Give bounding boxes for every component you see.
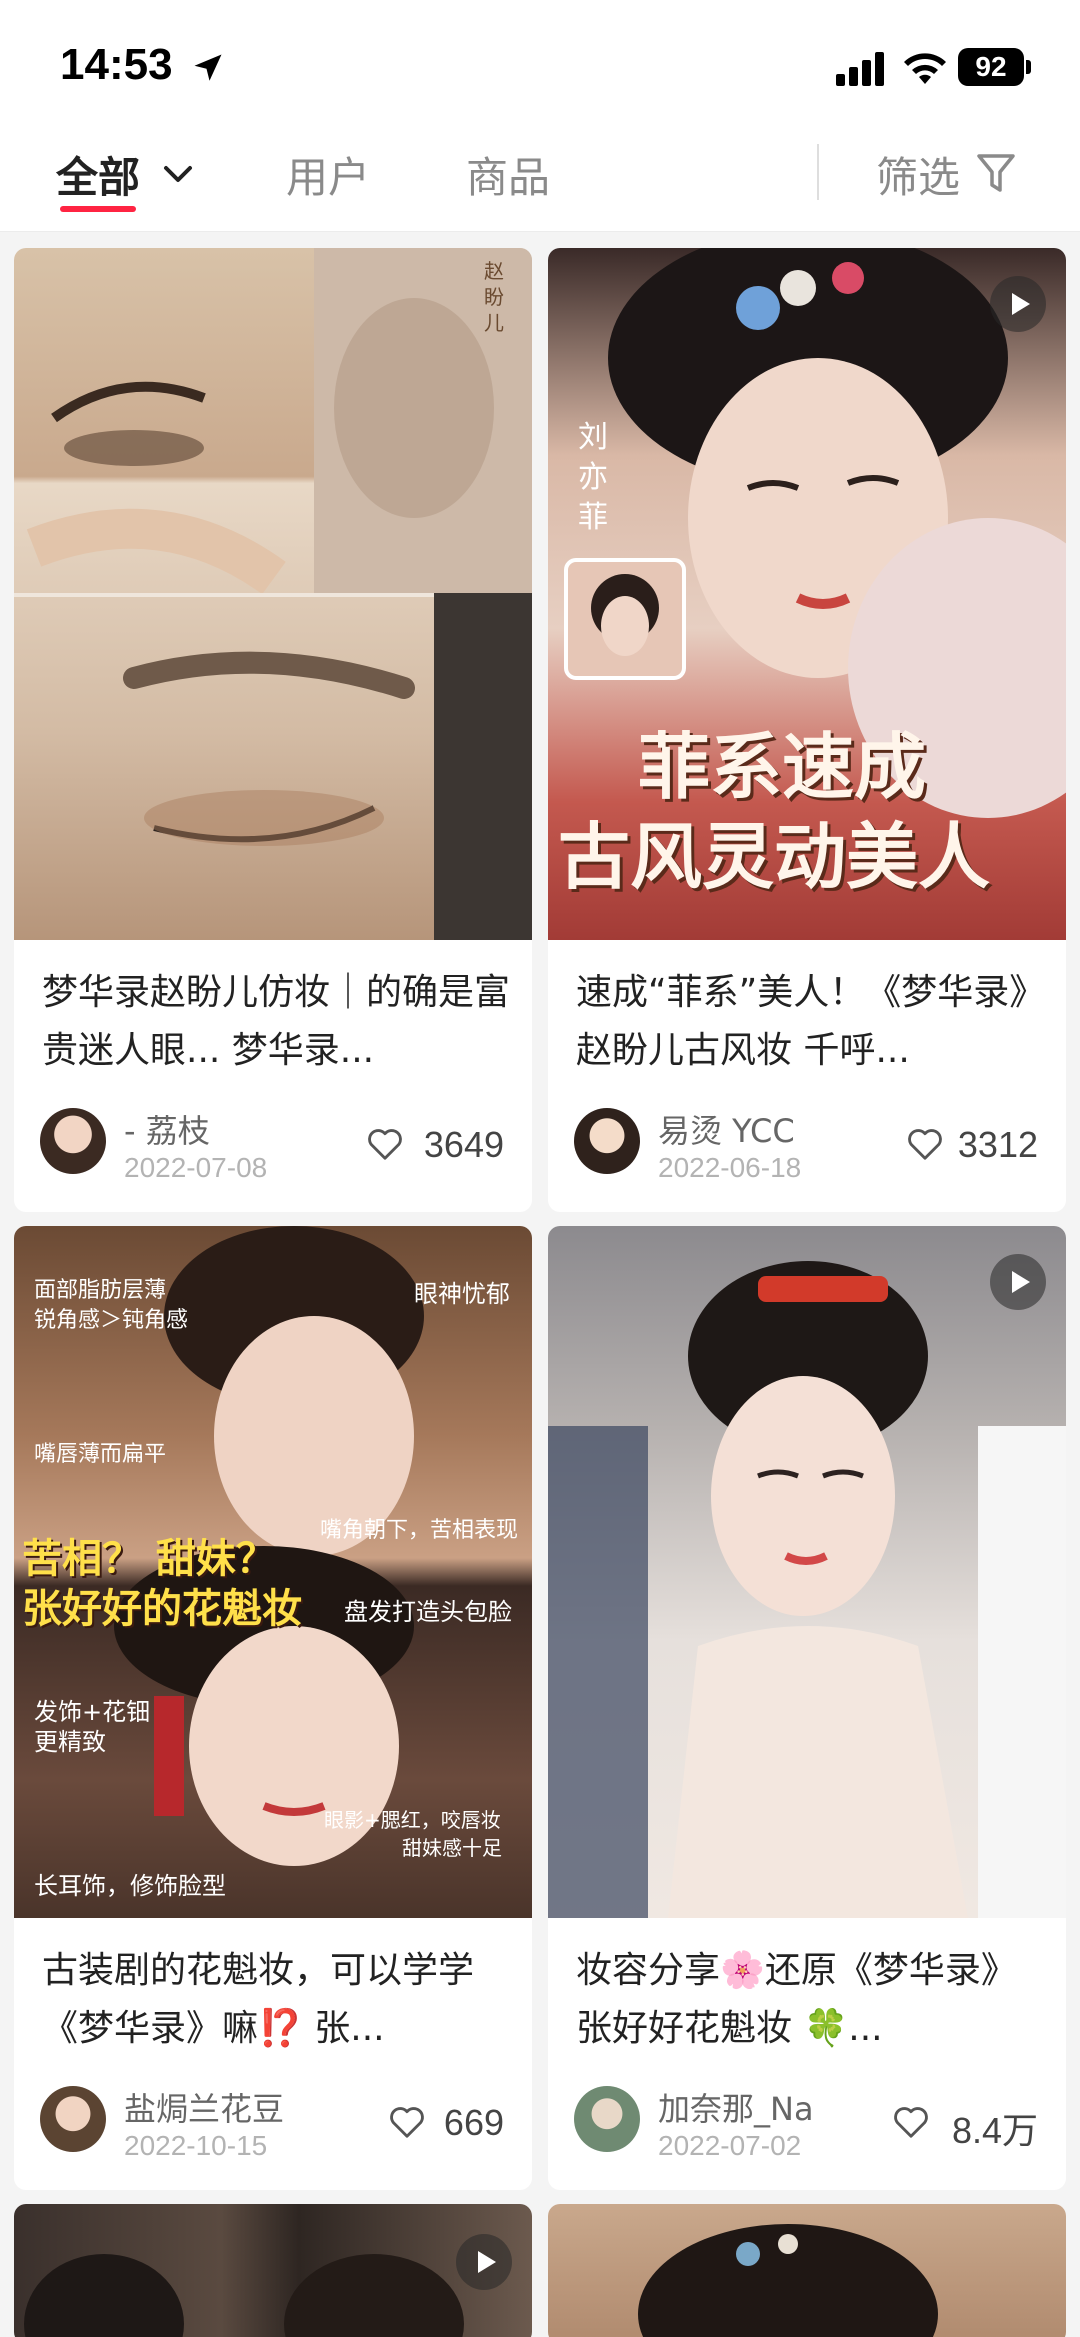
status-bar: 14:53 92 — [0, 0, 1080, 130]
like-count: 3649 — [423, 1124, 504, 1165]
status-time: 14:53 — [60, 40, 173, 89]
post-date: 2022-10-15 — [124, 2130, 268, 2161]
costume-photo — [548, 1261, 1066, 1918]
annotation: 锐角感＞钝角感 — [34, 1308, 189, 1333]
heart-icon[interactable] — [906, 1126, 944, 1162]
note-card[interactable]: 妆容分享🌸还原《梦华录》张好好花魁妆 🍀... 加奈那_Na 2022-07-0… — [548, 1226, 1066, 2190]
like-count: 3312 — [957, 1124, 1038, 1165]
wifi-icon — [904, 53, 946, 84]
filter-button[interactable]: 筛选 — [876, 144, 960, 205]
note-cover-image[interactable]: 刘亦菲 菲系速成 古风灵动美人 — [548, 248, 1066, 940]
eye-makeup-photo — [14, 248, 532, 940]
note-title[interactable]: 速成“菲系”美人！《梦华录》赵盼儿古风妆 千呼... — [576, 964, 1046, 1080]
note-title[interactable]: 古装剧的花魁妆，可以学学《梦华录》嘛⁉️ 张... — [42, 1942, 512, 2058]
video-play-badge — [990, 276, 1046, 332]
heart-icon[interactable] — [892, 2104, 930, 2140]
avatar[interactable] — [40, 2086, 106, 2152]
video-play-badge — [456, 2234, 512, 2290]
post-date: 2022-06-18 — [658, 1152, 802, 1183]
annotation: 盘发打造头包脸 — [344, 1598, 512, 1626]
cellular-signal-icon — [836, 52, 884, 86]
image-headline: 张好好的花魁妆 — [22, 1585, 302, 1632]
note-cover-image[interactable]: 赵盼儿 — [14, 248, 532, 940]
note-card[interactable]: 刘亦菲 菲系速成 古风灵动美人 速成“菲系”美人！《梦华录》赵盼儿古风妆 千呼.… — [548, 248, 1066, 1212]
post-date: 2022-07-02 — [658, 2130, 802, 2161]
battery-indicator: 92 — [958, 48, 1024, 86]
post-date: 2022-07-08 — [124, 1152, 268, 1183]
note-cover-image[interactable] — [548, 1226, 1066, 1918]
filter-funnel-icon[interactable] — [976, 152, 1016, 196]
image-caption: 赵盼儿 — [484, 259, 504, 335]
annotation: 面部脂肪层薄 — [34, 1278, 167, 1303]
note-card[interactable] — [14, 2204, 532, 2337]
tab-users[interactable]: 用户 — [286, 144, 370, 205]
location-arrow-icon — [194, 54, 222, 81]
like-count: 8.4万 — [951, 2110, 1038, 2151]
note-card[interactable]: 面部脂肪层薄 锐角感＞钝角感 眼神忧郁 嘴唇薄而扁平 嘴角朝下，苦相表现 苦相？… — [14, 1226, 532, 2190]
active-tab-underline — [60, 206, 136, 212]
note-cover-image[interactable]: 面部脂肪层薄 锐角感＞钝角感 眼神忧郁 嘴唇薄而扁平 嘴角朝下，苦相表现 苦相？… — [14, 1226, 532, 1918]
heart-icon[interactable] — [388, 2104, 426, 2140]
annotation: 眼神忧郁 — [414, 1280, 510, 1308]
image-subheadline: 古风灵动美人 — [558, 814, 991, 899]
annotation: 更精致 — [34, 1728, 106, 1756]
author-name[interactable]: 加奈那_Na — [658, 2084, 814, 2130]
note-title[interactable]: 妆容分享🌸还原《梦华录》张好好花魁妆 🍀... — [576, 1942, 1046, 2058]
author-name[interactable]: 盐焗兰花豆 — [124, 2084, 284, 2130]
partial-photo — [638, 2224, 938, 2337]
tab-goods[interactable]: 商品 — [466, 144, 550, 205]
annotation: 长耳饰，修饰脸型 — [34, 1872, 226, 1900]
note-title[interactable]: 梦华录赵盼儿仿妆｜的确是富贵迷人眼... 梦华录... — [42, 964, 512, 1080]
note-cover-image[interactable] — [548, 2204, 1066, 2337]
avatar[interactable] — [574, 2086, 640, 2152]
tab-divider — [817, 144, 819, 200]
partial-photo — [24, 2254, 464, 2337]
author-name[interactable]: 易烫 YCC — [658, 1106, 795, 1152]
video-play-badge — [990, 1254, 1046, 1310]
avatar[interactable] — [574, 1108, 640, 1174]
annotation: 嘴角朝下，苦相表现 — [320, 1518, 519, 1543]
image-caption: 刘亦菲 — [578, 420, 608, 535]
note-cover-image[interactable] — [14, 2204, 532, 2337]
annotation: 甜妹感十足 — [402, 1836, 502, 1860]
annotation: 眼影+腮红，咬唇妆 — [324, 1808, 501, 1832]
heart-icon[interactable] — [366, 1126, 404, 1162]
battery-tip — [1026, 60, 1031, 74]
author-name[interactable]: - 荔枝 — [124, 1106, 210, 1152]
note-card[interactable]: 赵盼儿 梦华录赵盼儿仿妆｜的确是富贵迷人眼... 梦华录... - 荔枝 202… — [14, 248, 532, 1212]
avatar[interactable] — [40, 1108, 106, 1174]
note-card[interactable] — [548, 2204, 1066, 2337]
chevron-down-icon[interactable] — [162, 162, 194, 186]
tab-all[interactable]: 全部 — [56, 144, 140, 205]
like-count: 669 — [443, 2102, 504, 2143]
search-tab-bar: 全部 用户 商品 筛选 — [0, 130, 1080, 232]
annotation: 嘴唇薄而扁平 — [34, 1442, 167, 1467]
